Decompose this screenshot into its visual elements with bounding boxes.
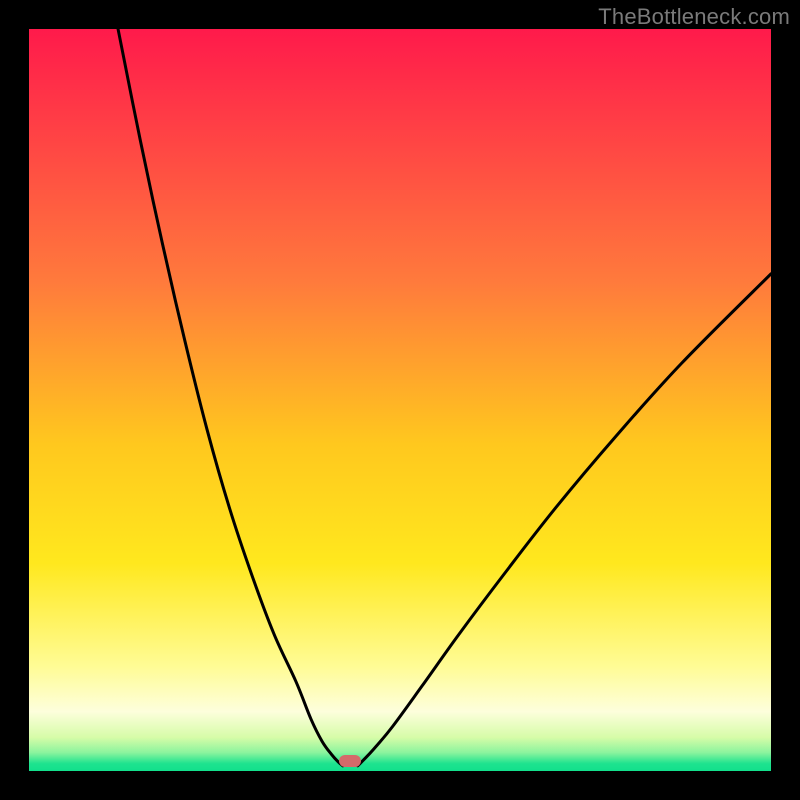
chart-frame: TheBottleneck.com [0, 0, 800, 800]
bottleneck-curve [29, 29, 771, 771]
optimal-marker [339, 755, 361, 767]
plot-area [29, 29, 771, 771]
watermark-text: TheBottleneck.com [598, 4, 790, 30]
